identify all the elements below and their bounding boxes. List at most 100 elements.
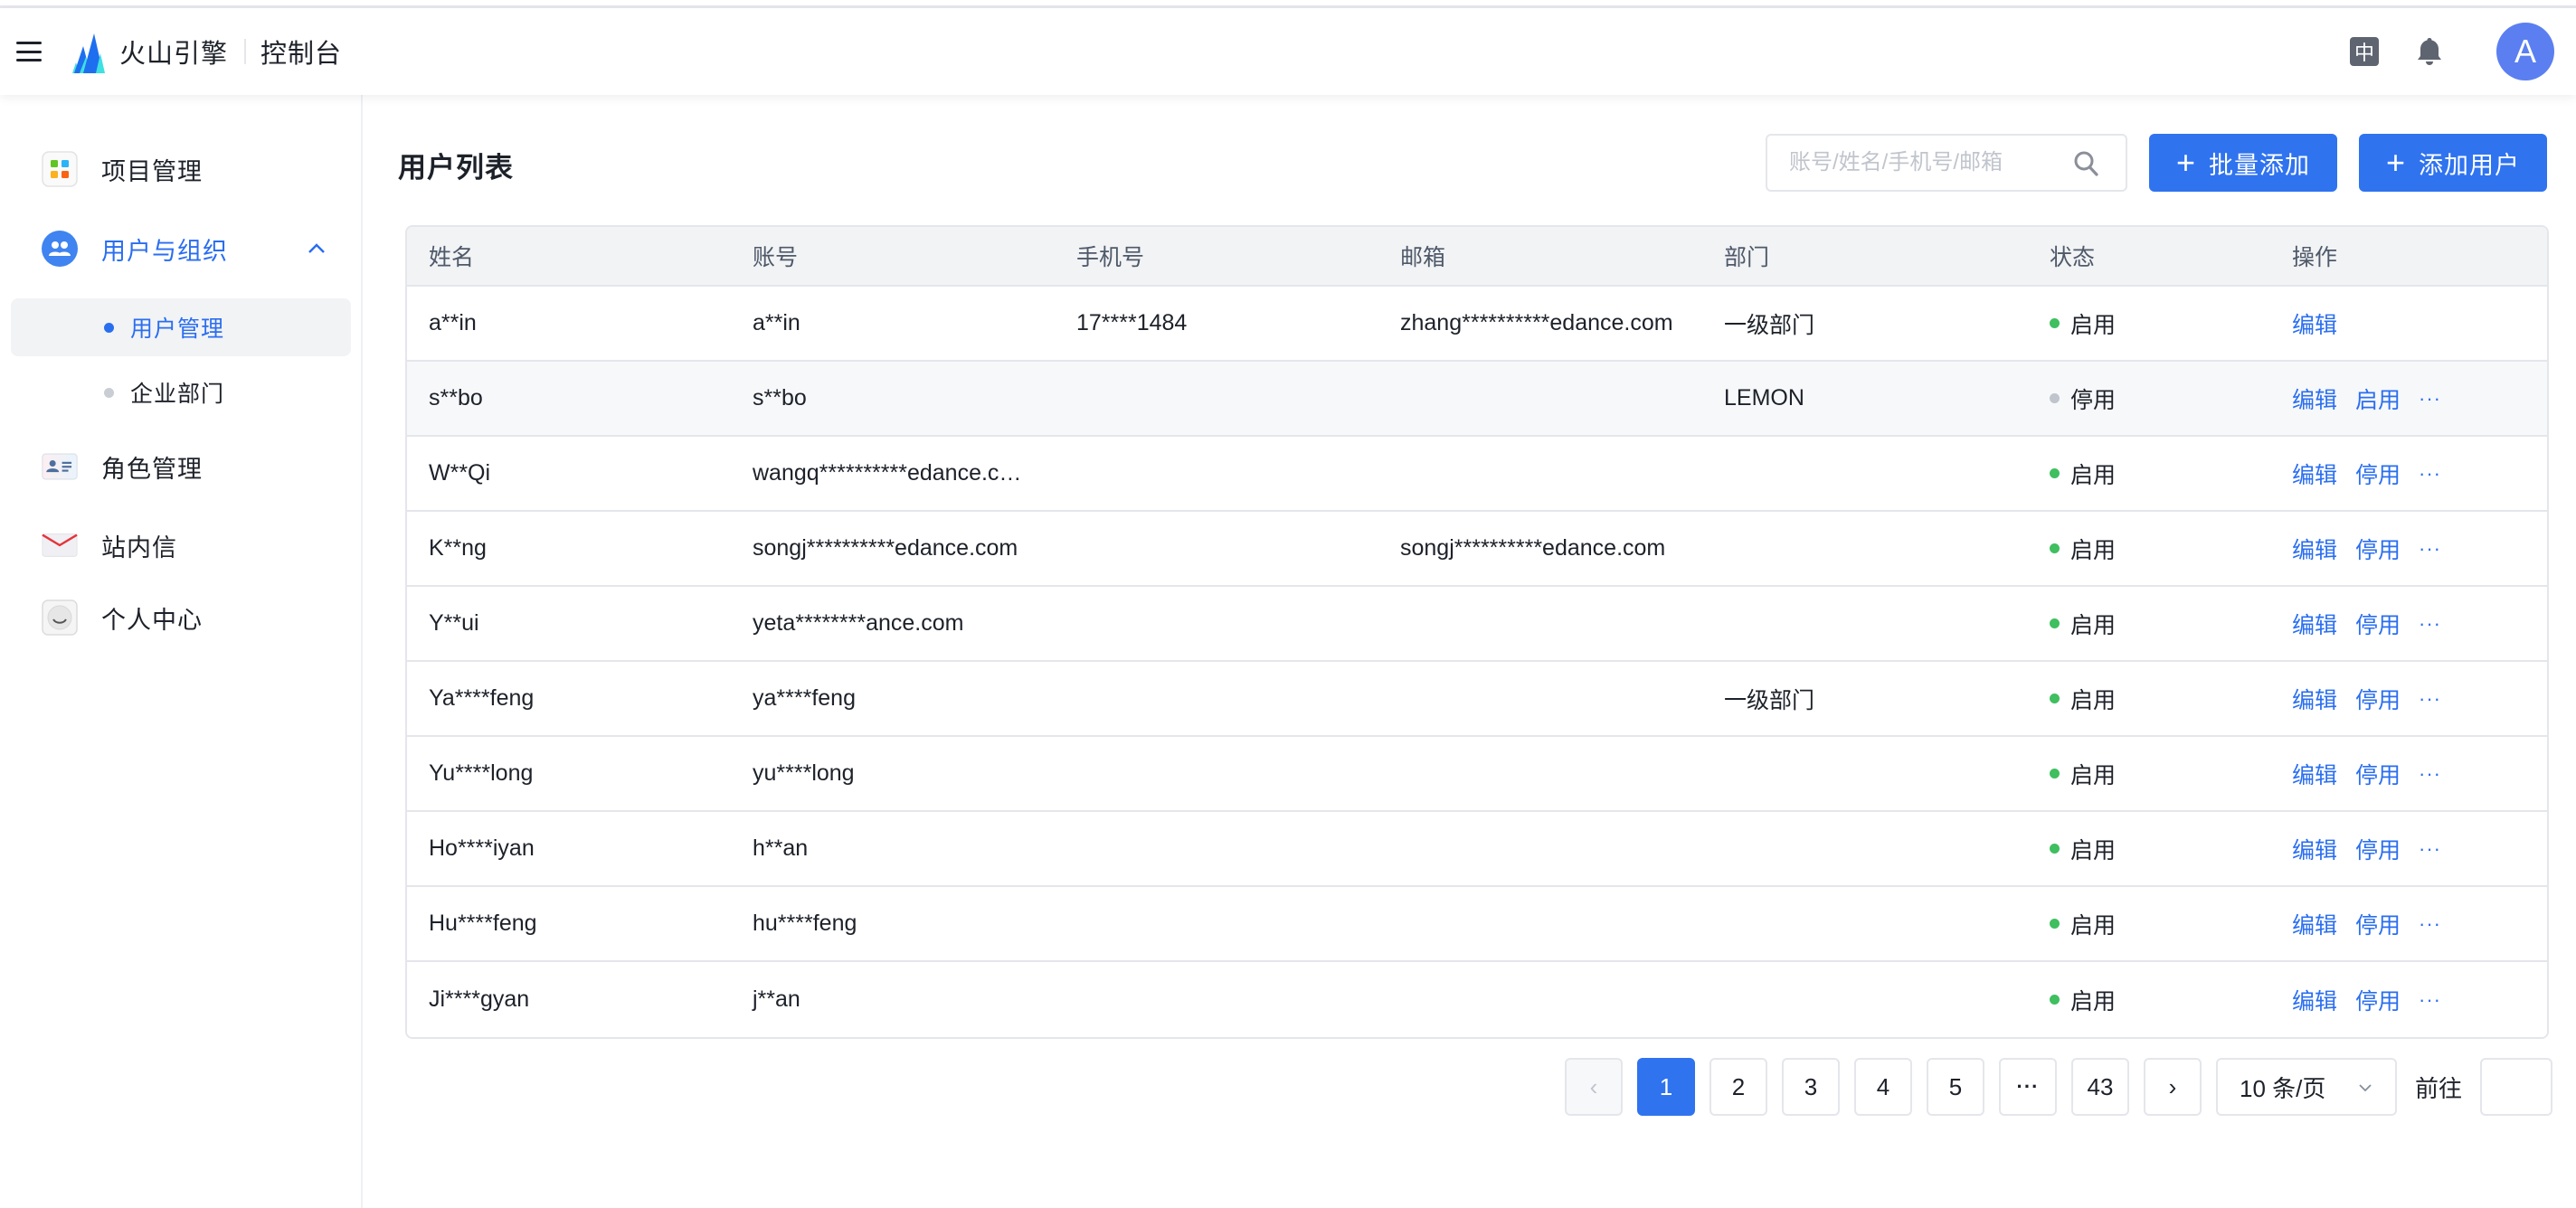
table-row: Yu****long yu****long 启用 编辑 停用 ··· [407,737,2547,812]
status-dot-icon [2050,694,2060,703]
edit-link[interactable]: 编辑 [2292,833,2337,865]
cell-actions: 编辑 停用 ··· [2270,833,2547,865]
table-row: Ya****feng ya****feng 一级部门 启用 编辑 停用 ··· [407,662,2547,737]
notification-bell-icon[interactable] [2415,36,2444,67]
cell-name: Ho****iyan [429,835,535,861]
sidebar-item-personal-center[interactable]: 个人中心 [0,592,362,643]
table-header: 姓名 账号 手机号 邮箱 部门 状态 操作 [407,227,2547,287]
more-actions-icon[interactable]: ··· [2419,462,2441,486]
status-dot-icon [2050,618,2060,628]
edit-link[interactable]: 编辑 [2292,458,2337,490]
status-dot-icon [2050,844,2060,854]
search-input[interactable] [1789,150,2060,175]
more-actions-icon[interactable]: ··· [2419,762,2441,786]
status-dot-icon [2050,543,2060,553]
prev-page-button[interactable]: ‹ [1565,1058,1623,1116]
cell-account: wangq**********edance.c… [753,460,1022,486]
cell-status: 启用 [2028,908,2270,940]
more-actions-icon[interactable]: ··· [2419,837,2441,861]
console-label[interactable]: 控制台 [260,33,342,71]
more-actions-icon[interactable]: ··· [2419,687,2441,711]
cell-actions: 编辑 [2270,307,2547,340]
edit-link[interactable]: 编辑 [2292,533,2337,565]
more-actions-icon[interactable]: ··· [2419,387,2441,411]
table-row: Ho****iyan h**an 启用 编辑 停用 ··· [407,812,2547,887]
cell-account: h**an [753,835,809,861]
cell-actions: 编辑 停用 ··· [2270,908,2547,940]
page-button-last[interactable]: 43 [2071,1058,2129,1116]
sidebar-item-roles[interactable]: 角色管理 [0,441,362,492]
column-header-phone: 手机号 [1076,245,1145,270]
page-button-4[interactable]: 4 [1854,1058,1912,1116]
page-size-select[interactable]: 10 条/页 [2216,1058,2397,1116]
column-header-status: 状态 [2050,245,2096,270]
cell-phone: 17****1484 [1076,310,1188,335]
header-actions: 中 A [2350,23,2554,80]
cell-account: s**bo [753,385,807,411]
disable-link[interactable]: 停用 [2355,908,2401,940]
sidebar-item-users-org[interactable]: 用户与组织 [0,223,362,274]
search-icon[interactable] [2073,150,2098,177]
status-text: 启用 [2070,462,2117,488]
add-user-button[interactable]: + 添加用户 [2359,134,2547,192]
disable-link[interactable]: 停用 [2355,758,2401,790]
edit-link[interactable]: 编辑 [2292,382,2337,415]
sidebar-subitem-user-management[interactable]: 用户管理 [11,298,351,356]
status-text: 启用 [2070,762,2117,788]
cell-name: Ji****gyan [429,986,530,1012]
cell-status: 启用 [2028,833,2270,865]
edit-link[interactable]: 编辑 [2292,984,2337,1016]
page-button-1[interactable]: 1 [1637,1058,1695,1116]
edit-link[interactable]: 编辑 [2292,758,2337,790]
more-actions-icon[interactable]: ··· [2419,537,2441,561]
status-dot-icon [2050,468,2060,478]
volcengine-logo-icon [72,33,105,73]
chevron-up-icon[interactable] [306,238,327,260]
cell-department: LEMON [1724,385,1804,411]
disable-link[interactable]: 停用 [2355,533,2401,565]
page-button-5[interactable]: 5 [1927,1058,1984,1116]
disable-link[interactable]: 停用 [2355,608,2401,640]
sidebar-item-projects[interactable]: 项目管理 [0,144,362,194]
edit-link[interactable]: 编辑 [2292,683,2337,715]
page-button-2[interactable]: 2 [1709,1058,1767,1116]
users-group-icon [42,231,78,267]
cell-status: 启用 [2028,758,2270,790]
disable-link[interactable]: 停用 [2355,833,2401,865]
cell-status: 启用 [2028,984,2270,1016]
next-page-button[interactable]: › [2144,1058,2202,1116]
page-ellipsis-button[interactable]: ··· [1999,1058,2057,1116]
goto-page-input[interactable] [2480,1058,2553,1116]
page-button-3[interactable]: 3 [1782,1058,1840,1116]
language-switch-icon[interactable]: 中 [2350,37,2379,66]
sidebar-item-label: 站内信 [101,533,177,562]
cell-name: a**in [429,310,477,335]
more-actions-icon[interactable]: ··· [2419,988,2441,1012]
cell-account: hu****feng [753,911,857,936]
enable-link[interactable]: 启用 [2355,382,2401,415]
add-user-label: 添加用户 [2419,151,2521,179]
batch-add-button[interactable]: + 批量添加 [2149,134,2337,192]
cell-account: yeta********ance.com [753,610,964,636]
cell-account: songj**********edance.com [753,535,1018,561]
cell-account: a**in [753,310,800,335]
status-text: 启用 [2070,537,2117,563]
user-avatar[interactable]: A [2496,23,2554,80]
pagination: ‹ 1 2 3 4 5 ··· 43 › 10 条/页 前往 [1565,1058,2553,1116]
status-text: 启用 [2070,612,2117,638]
status-dot-icon [2050,995,2060,1005]
sidebar-subitem-departments[interactable]: 企业部门 [11,363,351,421]
hamburger-menu-icon[interactable] [16,42,42,61]
edit-link[interactable]: 编辑 [2292,908,2337,940]
top-header: 火山引擎 控制台 中 A [0,8,2576,95]
edit-link[interactable]: 编辑 [2292,608,2337,640]
more-actions-icon[interactable]: ··· [2419,612,2441,636]
disable-link[interactable]: 停用 [2355,683,2401,715]
edit-link[interactable]: 编辑 [2292,307,2337,340]
sidebar-item-inbox[interactable]: 站内信 [0,520,362,571]
disable-link[interactable]: 停用 [2355,458,2401,490]
cell-name: Y**ui [429,610,479,636]
table-body: a**in a**in 17****1484 zhang**********edanc… [407,287,2547,1037]
disable-link[interactable]: 停用 [2355,984,2401,1016]
more-actions-icon[interactable]: ··· [2419,912,2441,936]
